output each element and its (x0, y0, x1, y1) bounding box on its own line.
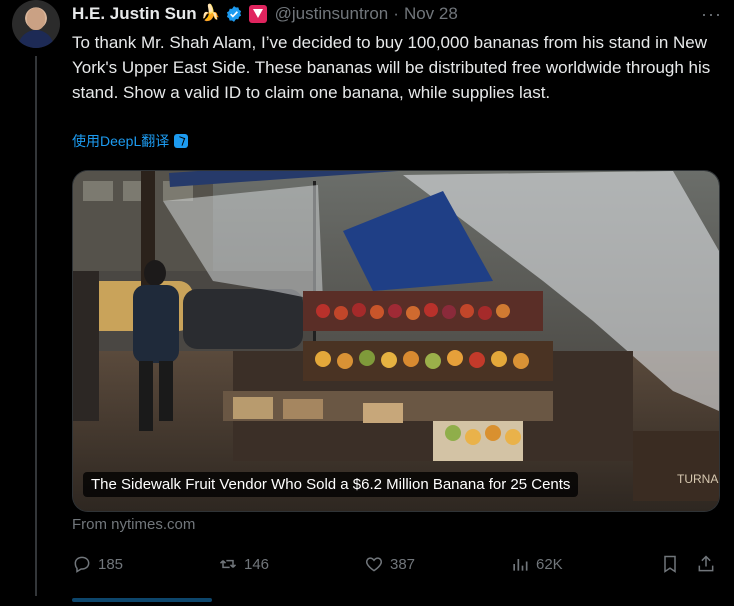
reply-button[interactable]: 185 (72, 554, 123, 574)
share-icon (698, 555, 714, 572)
card-caption: The Sidewalk Fruit Vendor Who Sold a $6.… (83, 472, 579, 497)
tweet-header: H.E. Justin Sun 🍌 @justinsuntron · Nov 2… (72, 2, 722, 26)
retweet-count: 146 (244, 555, 270, 573)
bookmark-button[interactable] (660, 554, 680, 574)
views-count: 62K (536, 555, 563, 573)
avatar[interactable] (12, 0, 60, 48)
card-image: TURNA (73, 171, 719, 511)
avatar-face (27, 8, 45, 30)
retweet-icon (219, 559, 237, 569)
author-handle[interactable]: @justinsuntron (275, 2, 389, 26)
tweet-date[interactable]: Nov 28 (404, 2, 458, 26)
deepl-icon (174, 134, 189, 148)
views-icon (513, 559, 528, 571)
like-count: 387 (390, 555, 416, 573)
like-button[interactable]: 387 (364, 554, 415, 574)
reply-icon (74, 556, 90, 573)
link-card[interactable]: TURNA The Sidewalk Fruit Vendor Who Sold… (72, 170, 720, 512)
card-source[interactable]: From nytimes.com (72, 516, 195, 533)
affiliate-badge-icon[interactable] (248, 5, 267, 23)
tweet-text: To thank Mr. Shah Alam, I’ve decided to … (72, 33, 711, 102)
next-item-preview (72, 598, 212, 602)
heart-icon (365, 557, 383, 572)
retweet-button[interactable]: 146 (218, 554, 269, 574)
bookmark-icon (664, 555, 676, 573)
views-button[interactable]: 62K (510, 554, 563, 574)
header-separator: · (393, 4, 399, 23)
share-button[interactable] (696, 554, 716, 574)
banana-emoji: 🍌 (200, 5, 221, 22)
tweet-actions: 185 146 387 62K (72, 548, 718, 582)
avatar-suit (18, 30, 54, 48)
awning-sign-text: TURNA (677, 472, 718, 486)
reply-count: 185 (98, 555, 124, 573)
author-name[interactable]: H.E. Justin Sun (72, 2, 197, 26)
translate-link[interactable]: 使用DeepL翻译 (72, 131, 189, 151)
more-options-icon[interactable]: ··· (701, 2, 722, 26)
verified-badge-icon[interactable] (225, 5, 243, 23)
translate-label: 使用DeepL翻译 (72, 133, 170, 149)
thread-line (35, 56, 37, 596)
